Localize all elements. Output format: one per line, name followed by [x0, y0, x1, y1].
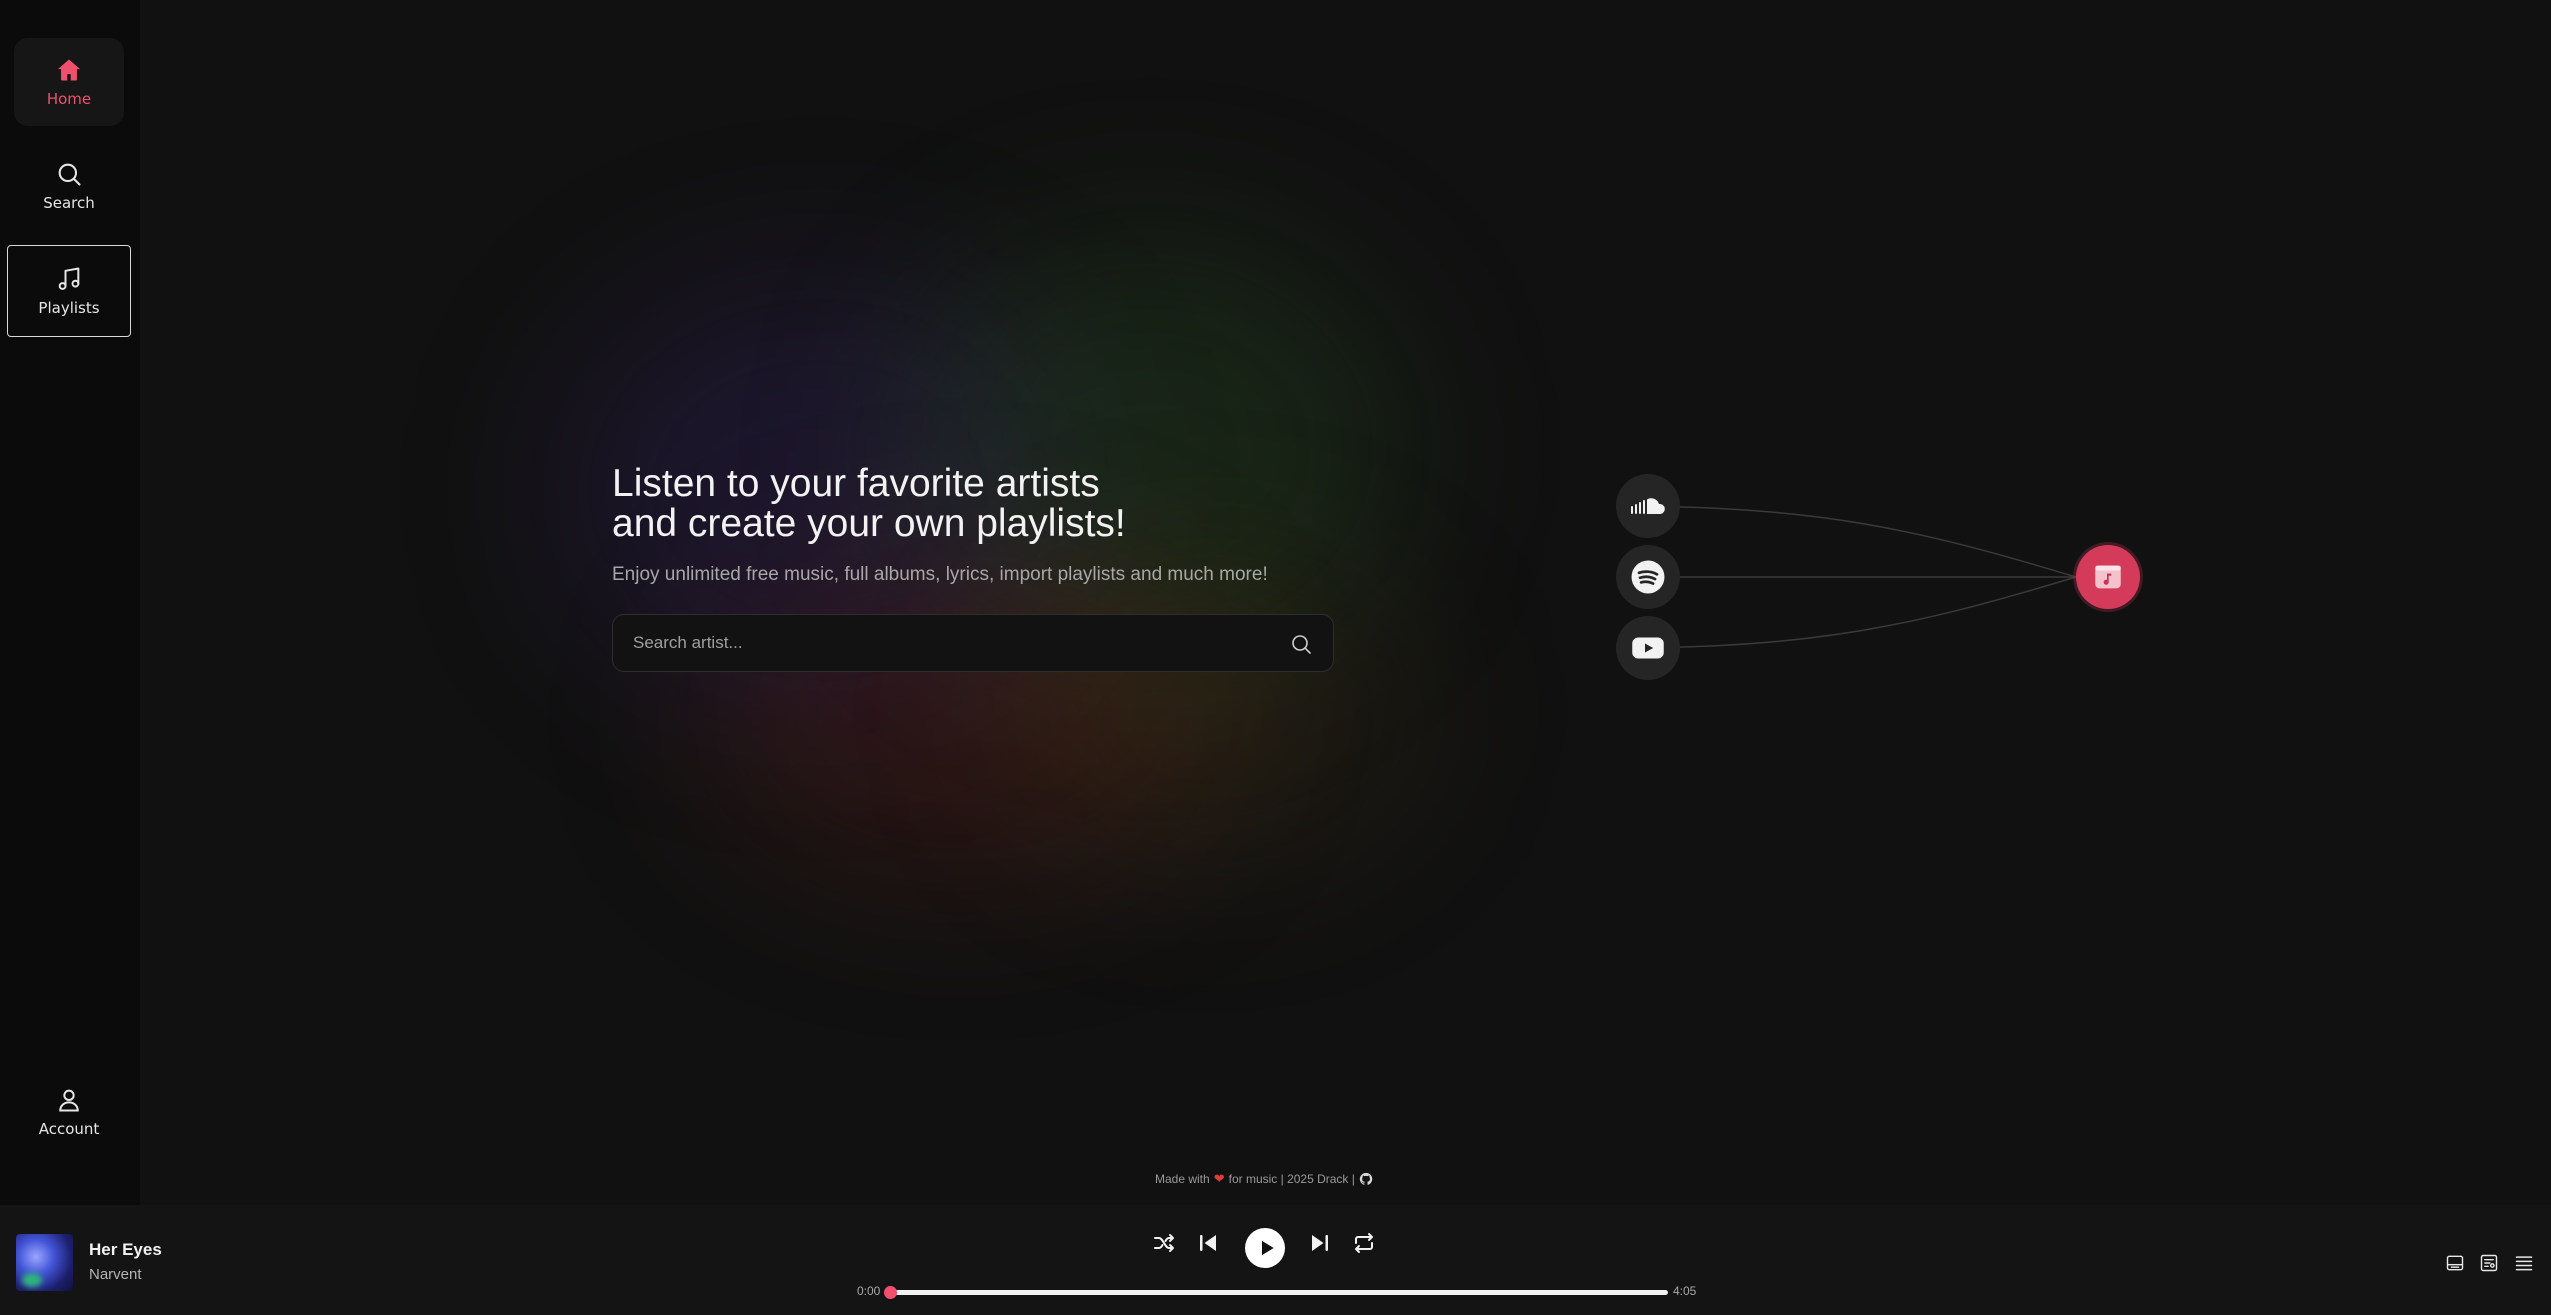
soundcloud-icon — [1631, 498, 1665, 514]
sidebar: Home Search Playlists Account — [0, 0, 140, 1205]
sidebar-item-home[interactable]: Home — [14, 38, 124, 126]
import-sources-diagram — [1440, 460, 2140, 700]
next-button[interactable] — [1308, 1231, 1332, 1255]
background-glow — [1000, 560, 1420, 860]
lyrics-view-button[interactable] — [2445, 1253, 2465, 1273]
sidebar-item-label: Search — [43, 194, 95, 212]
queue-button[interactable] — [2514, 1253, 2534, 1273]
hero-subtitle: Enjoy unlimited free music, full albums,… — [612, 564, 1268, 585]
user-icon — [59, 1089, 79, 1112]
progress-bar[interactable] — [884, 1286, 1668, 1299]
sidebar-item-playlists[interactable]: Playlists — [7, 245, 131, 337]
footer-made-with: Made with — [1155, 1172, 1210, 1186]
sidebar-item-account[interactable]: Account — [14, 1068, 124, 1156]
search-icon[interactable] — [1289, 632, 1313, 656]
sidebar-item-label: Playlists — [38, 299, 100, 317]
footer-for-music: for music | 2025 Drack | — [1228, 1172, 1355, 1186]
skip-forward-icon — [1312, 1235, 1328, 1251]
track-duration: 4:05 — [1673, 1284, 1697, 1298]
track-title[interactable]: Her Eyes — [89, 1240, 162, 1260]
skip-back-icon — [1200, 1235, 1216, 1251]
artist-search-box — [612, 614, 1334, 672]
github-icon[interactable] — [1359, 1172, 1373, 1186]
repeat-button[interactable] — [1352, 1231, 1376, 1255]
queue-icon — [2515, 1256, 2533, 1271]
main-content: Listen to your favorite artists and crea… — [140, 0, 2551, 1205]
youtube-node — [1616, 616, 1680, 680]
home-icon — [57, 59, 81, 81]
current-time: 0:00 — [857, 1284, 881, 1298]
lyrics-icon — [2480, 1254, 2498, 1272]
app-destination-node — [2076, 545, 2140, 609]
sidebar-item-search[interactable]: Search — [14, 142, 124, 230]
footer-credits: Made with ❤ for music | 2025 Drack | — [1155, 1171, 1373, 1187]
play-icon — [1261, 1240, 1274, 1256]
hero-title-line-2: and create your own playlists! — [612, 502, 1126, 545]
hero-title-line-1: Listen to your favorite artists — [612, 462, 1100, 505]
hero-title: Listen to your favorite artists and crea… — [612, 464, 1412, 544]
sidebar-item-label: Home — [46, 90, 92, 108]
repeat-icon — [1355, 1233, 1373, 1253]
search-icon — [58, 163, 81, 186]
connector-lines — [1615, 505, 2077, 649]
shuffle-button[interactable] — [1152, 1231, 1176, 1255]
spotify-icon — [1631, 560, 1665, 594]
music-note-icon — [58, 267, 80, 290]
album-cover[interactable] — [16, 1234, 73, 1291]
lyrics-button[interactable] — [2479, 1253, 2499, 1273]
sidebar-item-label: Account — [38, 1120, 100, 1138]
track-artist[interactable]: Narvent — [89, 1266, 142, 1283]
previous-button[interactable] — [1196, 1231, 1220, 1255]
heart-icon: ❤ — [1213, 1171, 1225, 1186]
progress-handle[interactable] — [884, 1286, 897, 1299]
play-button[interactable] — [1245, 1228, 1285, 1268]
display-icon — [2446, 1255, 2464, 1271]
soundcloud-node — [1616, 474, 1680, 538]
spotify-node — [1616, 545, 1680, 609]
artist-search-input[interactable] — [631, 615, 1251, 670]
app-music-icon — [2095, 565, 2121, 589]
youtube-icon — [1632, 637, 1664, 659]
shuffle-icon — [1154, 1234, 1174, 1252]
